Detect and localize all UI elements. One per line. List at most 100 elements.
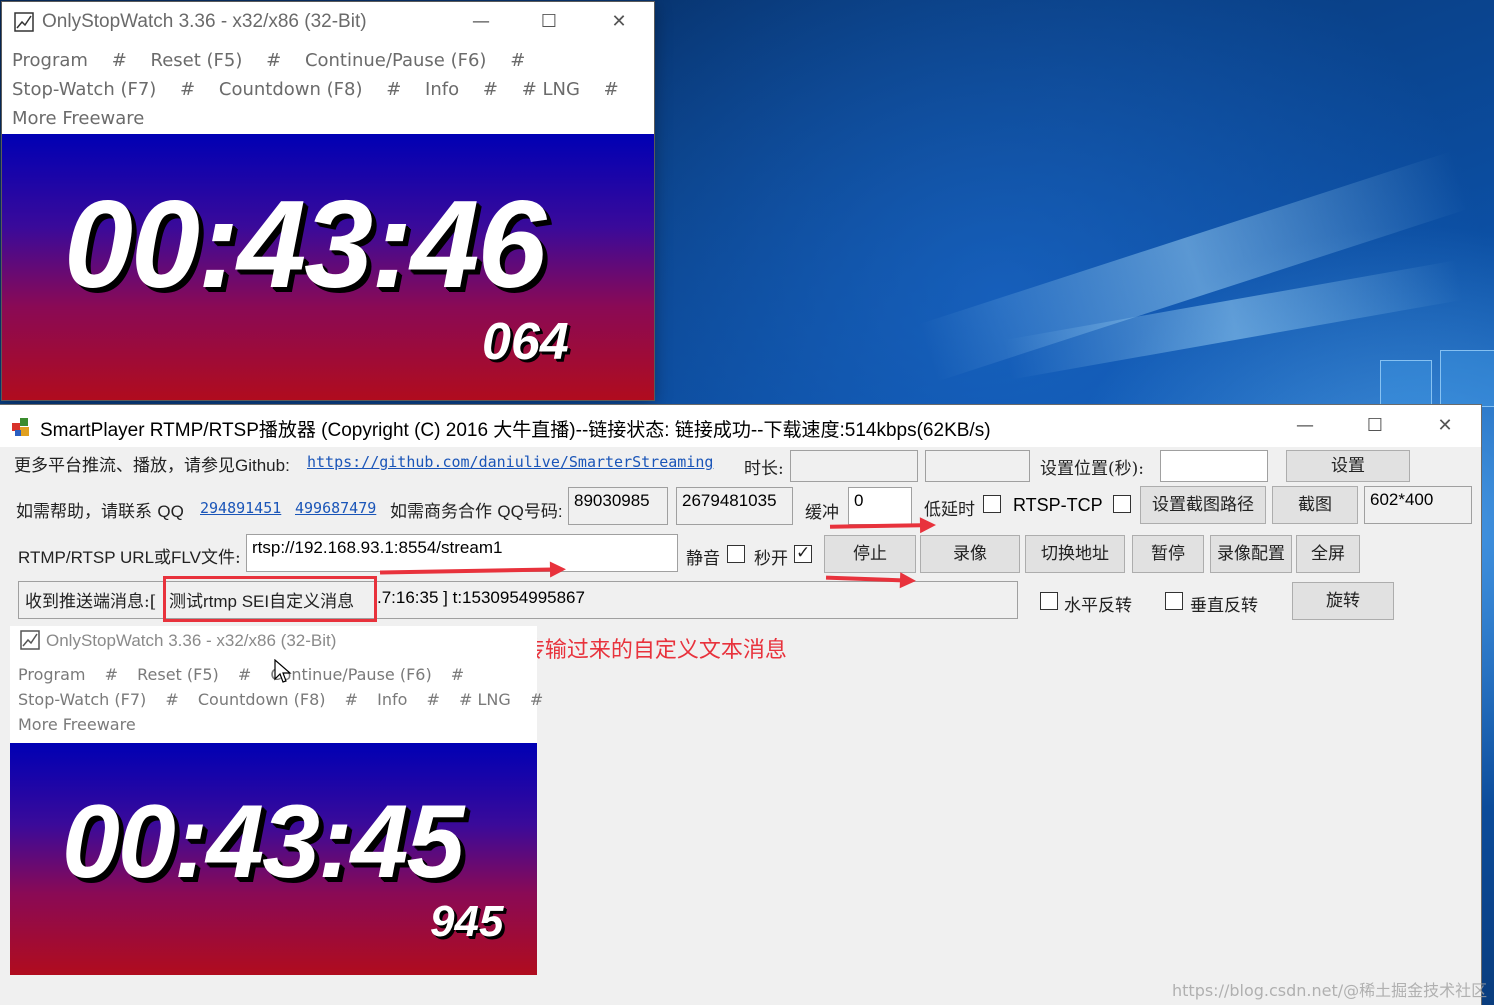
horizontal-flip-checkbox[interactable] bbox=[1040, 592, 1058, 610]
window-logo-pane bbox=[1440, 350, 1494, 407]
stopwatch-app-icon bbox=[20, 630, 40, 650]
menu-separator: # bbox=[529, 690, 544, 709]
rotate-button[interactable]: 旋转 bbox=[1292, 582, 1394, 620]
embedded-menu-lng: # LNG bbox=[458, 690, 511, 709]
embedded-menu-reset: Reset (F5) bbox=[137, 665, 219, 684]
menu-separator: # bbox=[510, 50, 526, 71]
embedded-menu-info: Info bbox=[377, 690, 408, 709]
fast-open-label: 秒开 bbox=[754, 549, 788, 569]
close-button[interactable]: ✕ bbox=[1422, 406, 1468, 446]
embedded-menu-continue-pause: Continue/Pause (F6) bbox=[270, 665, 432, 684]
resolution-field: 602*400 bbox=[1364, 486, 1472, 524]
sei-highlight-box bbox=[163, 576, 377, 622]
menu-countdown[interactable]: Countdown (F8) bbox=[219, 79, 363, 100]
embedded-menu-stop-watch: Stop-Watch (F7) bbox=[18, 690, 147, 709]
menu-continue-pause[interactable]: Continue/Pause (F6) bbox=[305, 50, 487, 71]
menu-program[interactable]: Program bbox=[12, 50, 88, 71]
switch-url-button[interactable]: 切换地址 bbox=[1025, 535, 1125, 573]
vertical-flip-label: 垂直反转 bbox=[1190, 596, 1258, 616]
menu-separator: # bbox=[603, 79, 619, 100]
watermark-text: https://blog.csdn.net/@稀土掘金技术社区 bbox=[1172, 981, 1488, 1000]
embedded-menu-row-2: Stop-Watch (F7) # Countdown (F8) # Info … bbox=[18, 690, 543, 709]
minimize-button[interactable]: — bbox=[458, 2, 504, 42]
window-logo-pane bbox=[1380, 360, 1432, 407]
annotation-arrow bbox=[829, 523, 923, 529]
low-latency-checkbox[interactable] bbox=[983, 495, 1001, 513]
stopwatch-window-top[interactable]: OnlyStopWatch 3.36 - x32/x86 (32-Bit) — … bbox=[2, 2, 654, 400]
fullscreen-button[interactable]: 全屏 bbox=[1296, 535, 1360, 573]
fast-open-checkbox[interactable] bbox=[794, 543, 812, 563]
qq-link-2[interactable]: 499687479 bbox=[295, 498, 376, 518]
horizontal-flip-label: 水平反转 bbox=[1064, 596, 1132, 616]
push-message-label: 收到推送端消息:[ bbox=[25, 592, 157, 612]
embedded-menu-row-3: More Freeware bbox=[18, 715, 136, 734]
menu-reset[interactable]: Reset (F5) bbox=[151, 50, 243, 71]
video-render-area: OnlyStopWatch 3.36 - x32/x86 (32-Bit) Pr… bbox=[10, 626, 543, 975]
maximize-button[interactable]: ☐ bbox=[1352, 406, 1398, 446]
mouse-cursor-icon bbox=[274, 659, 292, 683]
set-snapshot-path-button[interactable]: 设置截图路径 bbox=[1140, 486, 1266, 524]
minimize-button[interactable]: — bbox=[1282, 406, 1328, 446]
embedded-window-title: OnlyStopWatch 3.36 - x32/x86 (32-Bit) bbox=[46, 631, 337, 650]
qq-link-1[interactable]: 294891451 bbox=[200, 498, 281, 518]
embedded-menu-program: Program bbox=[18, 665, 86, 684]
menu-separator: # bbox=[450, 665, 465, 684]
smartplayer-app-icon bbox=[12, 418, 29, 436]
rtsp-tcp-checkbox[interactable] bbox=[1113, 495, 1131, 513]
snapshot-button[interactable]: 截图 bbox=[1272, 486, 1358, 524]
biz-label: 如需商务合作 QQ号码: bbox=[390, 502, 563, 522]
window-title: OnlyStopWatch 3.36 - x32/x86 (32-Bit) bbox=[42, 11, 367, 32]
stop-button[interactable]: 停止 bbox=[824, 535, 916, 573]
embedded-clock-milliseconds: 945 bbox=[430, 897, 504, 946]
intro-text: 更多平台推流、播放，请参见Github: bbox=[14, 456, 290, 476]
record-button[interactable]: 录像 bbox=[920, 535, 1020, 573]
rtsp-tcp-label: RTSP-TCP bbox=[1013, 495, 1103, 515]
close-button[interactable]: ✕ bbox=[596, 2, 642, 42]
menu-separator: # bbox=[482, 79, 498, 100]
menu-lng[interactable]: # LNG bbox=[522, 79, 580, 100]
menu-separator: # bbox=[344, 690, 358, 709]
menu-stop-watch[interactable]: Stop-Watch (F7) bbox=[12, 79, 156, 100]
menu-separator: # bbox=[111, 50, 127, 71]
embedded-clock-time: 00:43:45 bbox=[62, 784, 464, 900]
menu-row-3: More Freeware bbox=[12, 108, 144, 129]
buffer-label: 缓冲 bbox=[805, 503, 839, 523]
set-position-button[interactable]: 设置 bbox=[1286, 450, 1410, 482]
smartplayer-window[interactable]: SmartPlayer RTMP/RTSP播放器 (Copyright (C) … bbox=[0, 405, 1487, 1005]
duration-field-2 bbox=[925, 450, 1030, 482]
duration-field bbox=[790, 450, 918, 482]
mute-checkbox[interactable] bbox=[727, 545, 745, 563]
embedded-clock-display: 00:43:45 945 bbox=[10, 743, 537, 975]
biz-qq-field-2: 2679481035 bbox=[676, 487, 793, 525]
vertical-flip-checkbox[interactable] bbox=[1165, 592, 1183, 610]
maximize-button[interactable]: ☐ bbox=[526, 2, 572, 42]
embedded-menu-row-1: Program # Reset (F5) # Continue/Pause (F… bbox=[18, 665, 464, 684]
github-link[interactable]: https://github.com/daniulive/SmarterStre… bbox=[307, 452, 713, 472]
url-label: RTMP/RTSP URL或FLV文件: bbox=[18, 548, 241, 568]
seek-input[interactable] bbox=[1160, 450, 1268, 482]
menu-separator: # bbox=[104, 665, 119, 684]
menu-separator: # bbox=[426, 690, 440, 709]
url-input[interactable]: rtsp://192.168.93.1:8554/stream1 bbox=[246, 534, 678, 572]
biz-qq-field-1: 89030985 bbox=[568, 487, 668, 525]
push-message-timestamp: .7:16:35 ] t:1530954995867 bbox=[377, 588, 585, 607]
pause-button[interactable]: 暂停 bbox=[1132, 535, 1204, 573]
smartplayer-titlebar[interactable]: SmartPlayer RTMP/RTSP播放器 (Copyright (C) … bbox=[0, 405, 1481, 447]
clock-time: 00:43:46 bbox=[64, 176, 546, 314]
buffer-input[interactable]: 0 bbox=[848, 487, 912, 525]
window-title: SmartPlayer RTMP/RTSP播放器 (Copyright (C) … bbox=[40, 420, 991, 441]
clock-milliseconds: 064 bbox=[482, 313, 569, 371]
menu-info[interactable]: Info bbox=[425, 79, 459, 100]
menu-separator: # bbox=[266, 50, 282, 71]
duration-label: 时长: bbox=[744, 459, 784, 479]
menu-more-freeware[interactable]: More Freeware bbox=[12, 108, 144, 129]
stopwatch-app-icon bbox=[14, 12, 34, 32]
embedded-menu-more-freeware: More Freeware bbox=[18, 715, 136, 734]
menu-row-2: Stop-Watch (F7) # Countdown (F8) # Info … bbox=[12, 79, 619, 100]
record-config-button[interactable]: 录像配置 bbox=[1210, 535, 1292, 573]
menu-separator: # bbox=[165, 690, 179, 709]
menu-separator: # bbox=[180, 79, 196, 100]
stopwatch-titlebar[interactable]: OnlyStopWatch 3.36 - x32/x86 (32-Bit) — … bbox=[2, 2, 654, 42]
menu-row-1: Program # Reset (F5) # Continue/Pause (F… bbox=[12, 50, 525, 71]
seek-label: 设置位置(秒): bbox=[1040, 459, 1144, 479]
